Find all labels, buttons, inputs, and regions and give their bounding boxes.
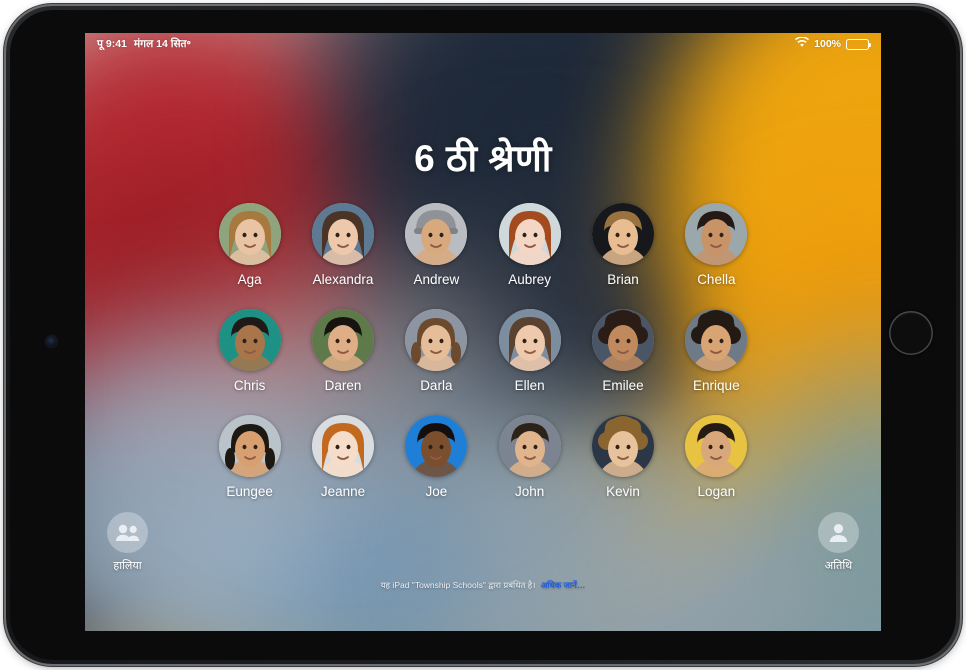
recents-button-label: हालिया (113, 560, 142, 572)
user-name-label: Ellen (514, 378, 545, 393)
learn-more-link[interactable]: अधिक जानें… (541, 580, 586, 590)
user-avatar[interactable] (498, 415, 561, 477)
user-name-label: Emilee (602, 378, 644, 393)
user-avatar[interactable] (685, 203, 748, 265)
user-name-label: Enrique (693, 378, 740, 393)
person-icon (818, 512, 859, 553)
user-cell-brian[interactable]: Brian (576, 203, 669, 287)
user-cell-darla[interactable]: Darla (390, 309, 483, 393)
user-cell-joe[interactable]: Joe (390, 415, 483, 499)
user-cell-daren[interactable]: Daren (296, 309, 389, 393)
status-bar: पू 9:41 मंगल 14 सित॰ 100% (85, 33, 881, 55)
user-avatar[interactable] (591, 415, 654, 477)
user-cell-chella[interactable]: Chella (670, 203, 763, 287)
status-bar-right: 100% (795, 36, 872, 51)
page-title: 6 ठी श्रेणी (414, 138, 552, 179)
user-avatar[interactable] (405, 415, 468, 477)
user-name-label: Chella (697, 272, 736, 287)
user-avatar[interactable] (405, 309, 468, 371)
status-time: पू 9:41 (97, 38, 127, 50)
user-cell-alexandra[interactable]: Alexandra (296, 203, 389, 287)
user-avatar[interactable] (498, 309, 561, 371)
user-avatar[interactable] (311, 415, 374, 477)
user-avatar[interactable] (591, 203, 654, 265)
user-name-label: Chris (233, 378, 266, 393)
home-button[interactable] (889, 311, 933, 355)
user-cell-jeanne[interactable]: Jeanne (296, 415, 389, 499)
managed-device-text: यह iPad "Township Schools" द्वारा प्रबंध… (380, 580, 536, 590)
user-name-label: Aga (237, 272, 262, 287)
user-name-label: John (515, 484, 545, 499)
user-name-label: Jeanne (320, 484, 366, 499)
user-cell-aga[interactable]: Aga (203, 203, 296, 287)
wifi-icon (795, 36, 810, 51)
user-cell-emilee[interactable]: Emilee (576, 309, 669, 393)
user-cell-eungee[interactable]: Eungee (203, 415, 296, 499)
user-avatar[interactable] (218, 415, 281, 477)
user-cell-logan[interactable]: Logan (670, 415, 763, 499)
user-avatar[interactable] (311, 309, 374, 371)
user-name-label: Joe (425, 484, 448, 499)
managed-device-footer: यह iPad "Township Schools" द्वारा प्रबंध… (85, 580, 881, 591)
recents-button[interactable]: हालिया (107, 512, 148, 573)
user-name-label: Aubrey (508, 272, 552, 287)
user-avatar[interactable] (218, 309, 281, 371)
user-avatar[interactable] (311, 203, 374, 265)
guest-button[interactable]: अतिथि (818, 512, 859, 573)
user-cell-enrique[interactable]: Enrique (670, 309, 763, 393)
status-date: मंगल 14 सित॰ (133, 38, 192, 50)
user-name-label: Brian (607, 272, 639, 287)
user-avatar[interactable] (218, 203, 281, 265)
battery-full-icon (846, 38, 872, 50)
battery-percent-label: 100% (814, 38, 841, 50)
user-name-label: Eungee (226, 484, 273, 499)
user-cell-andrew[interactable]: Andrew (390, 203, 483, 287)
guest-button-label: अतिथि (824, 560, 853, 572)
user-cell-john[interactable]: John (483, 415, 576, 499)
user-grid: Aga Alexandra Andrew Aubrey Brian Chella… (203, 203, 763, 499)
user-name-label: Daren (324, 378, 362, 393)
user-avatar[interactable] (498, 203, 561, 265)
user-name-label: Andrew (413, 272, 460, 287)
front-camera-icon (46, 336, 57, 347)
user-cell-chris[interactable]: Chris (203, 309, 296, 393)
user-avatar[interactable] (591, 309, 654, 371)
user-name-label: Kevin (606, 484, 640, 499)
user-cell-aubrey[interactable]: Aubrey (483, 203, 576, 287)
status-bar-left: पू 9:41 मंगल 14 सित॰ (97, 37, 191, 51)
user-cell-ellen[interactable]: Ellen (483, 309, 576, 393)
ipad-screen: पू 9:41 मंगल 14 सित॰ 100% 6 ठी श्रेणी Ag… (85, 33, 881, 631)
user-name-label: Alexandra (312, 272, 374, 287)
user-avatar[interactable] (685, 309, 748, 371)
user-avatar[interactable] (405, 203, 468, 265)
user-cell-kevin[interactable]: Kevin (576, 415, 669, 499)
two-people-icon (107, 512, 148, 553)
user-avatar[interactable] (685, 415, 748, 477)
user-name-label: Darla (420, 378, 453, 393)
user-name-label: Logan (697, 484, 736, 499)
